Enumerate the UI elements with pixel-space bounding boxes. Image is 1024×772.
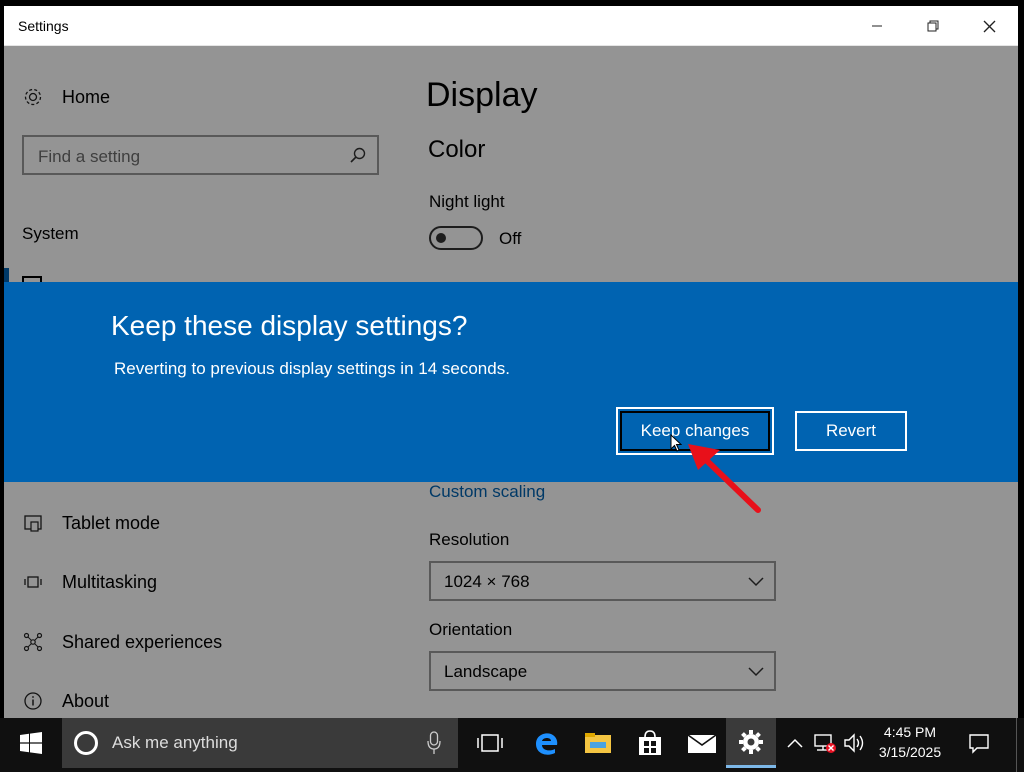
task-view-icon <box>477 734 503 752</box>
cortana-search-text: Ask me anything <box>112 733 238 752</box>
cortana-icon <box>74 731 98 755</box>
settings-taskbar-button[interactable] <box>726 718 776 768</box>
microphone-icon[interactable] <box>426 730 442 756</box>
window-title: Settings <box>18 18 69 34</box>
edge-browser-button[interactable] <box>522 718 570 768</box>
speaker-icon <box>844 733 864 753</box>
action-center-button[interactable] <box>955 718 1003 768</box>
keep-display-settings-dialog: Keep these display settings? Reverting t… <box>4 282 1018 482</box>
mail-button[interactable] <box>678 718 726 768</box>
store-button[interactable] <box>626 718 674 768</box>
clock-date: 3/15/2025 <box>878 744 942 760</box>
show-desktop-button[interactable] <box>1016 718 1024 772</box>
restore-button[interactable] <box>905 6 961 46</box>
volume-button[interactable] <box>840 718 870 768</box>
minimize-icon <box>872 25 882 27</box>
network-disconnected-icon <box>814 734 836 753</box>
cortana-search-box[interactable]: Ask me anything <box>62 718 458 768</box>
close-button[interactable] <box>961 6 1017 46</box>
dialog-title: Keep these display settings? <box>111 310 468 341</box>
red-arrow-annotation <box>688 444 761 513</box>
dialog-message: Reverting to previous display settings i… <box>114 359 510 378</box>
minimize-button[interactable] <box>849 6 905 46</box>
taskbar: Ask me anything 4:45 PM 3/15/2025 <box>0 718 1024 772</box>
network-status-button[interactable] <box>810 718 840 768</box>
windows-logo-icon <box>20 732 42 754</box>
folder-icon <box>585 733 611 753</box>
title-bar[interactable]: Settings <box>4 6 1018 46</box>
store-icon <box>639 730 661 755</box>
taskbar-clock[interactable]: 4:45 PM 3/15/2025 <box>870 722 950 762</box>
show-hidden-icons-button[interactable] <box>782 718 808 768</box>
chevron-up-icon <box>787 738 803 748</box>
mail-icon <box>687 734 717 753</box>
clock-time: 4:45 PM <box>883 724 937 740</box>
notification-icon <box>969 734 989 754</box>
edge-icon <box>536 733 558 755</box>
task-view-button[interactable] <box>466 718 514 768</box>
start-button[interactable] <box>0 718 62 768</box>
restore-icon <box>927 20 939 32</box>
file-explorer-button[interactable] <box>574 718 622 768</box>
revert-button[interactable]: Revert <box>795 411 907 451</box>
gear-icon <box>739 729 763 754</box>
close-icon <box>983 20 995 32</box>
